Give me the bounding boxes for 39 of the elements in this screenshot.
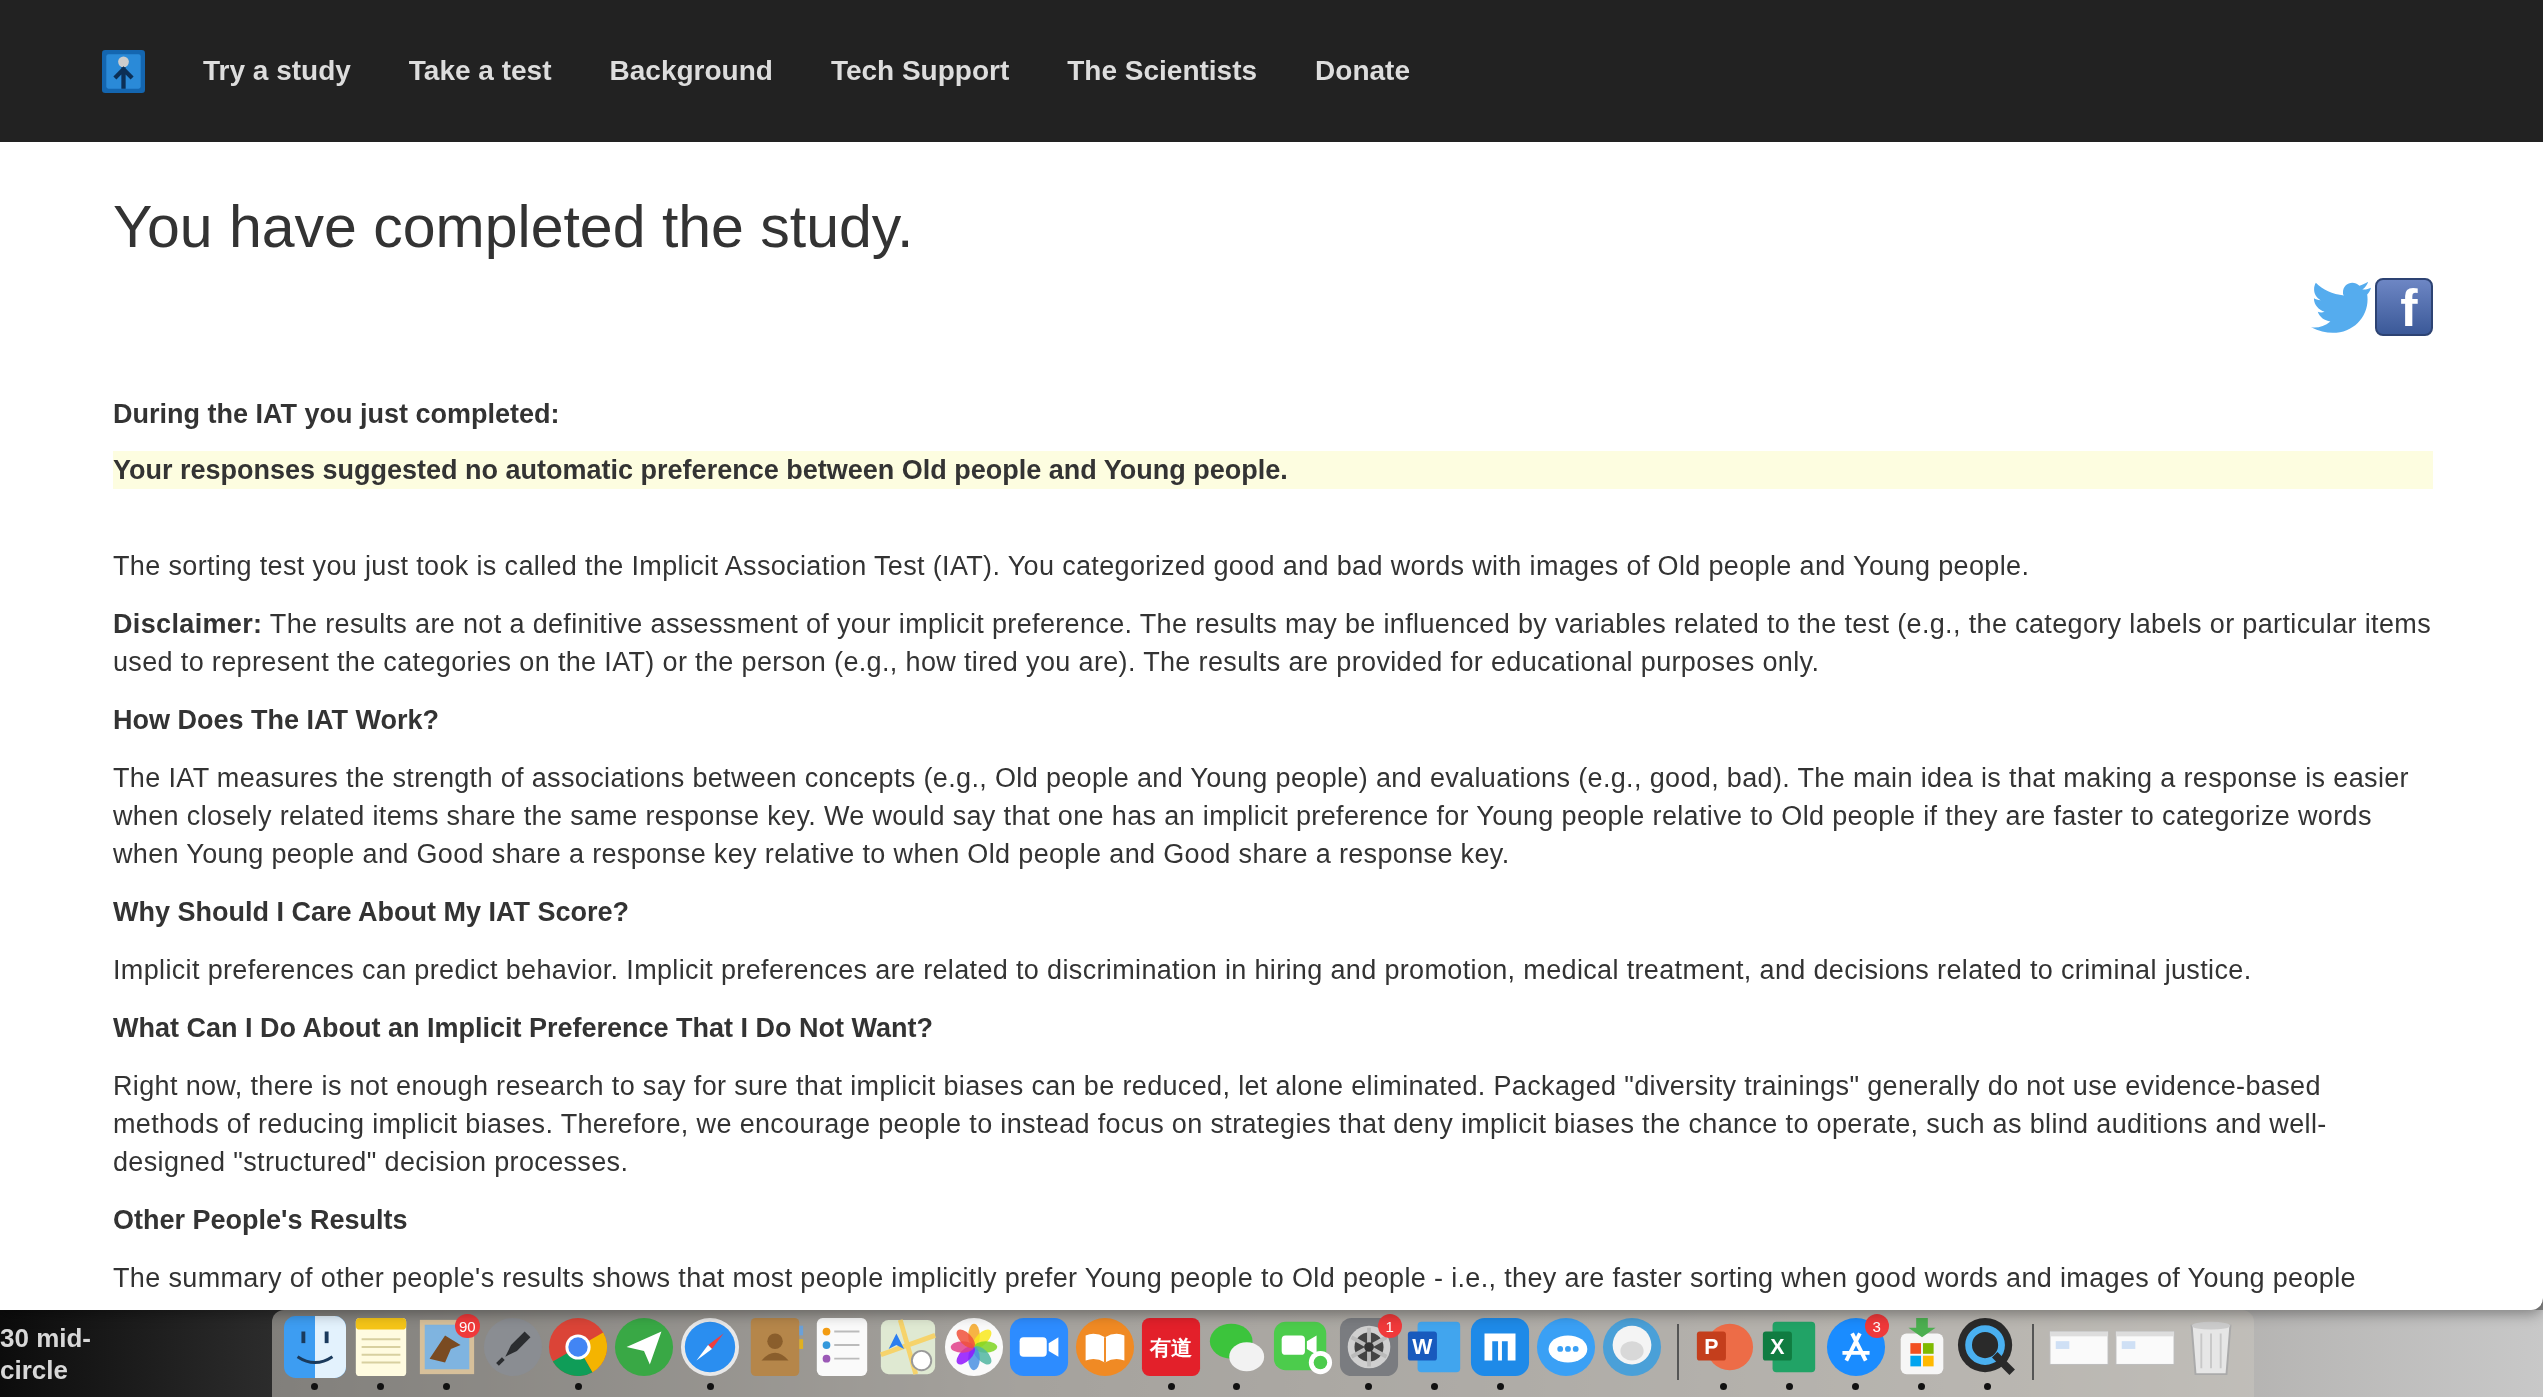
nav-link[interactable]: The Scientists [1067,55,1258,87]
desktop-label: 30 mid- [0,1321,93,1354]
settings-icon[interactable] [1337,1316,1400,1378]
paragraph: The summary of other people's results shows that most people implicitly prefer Young people to Old people - i.e., they are faster sorting when good words and images of Young people [113,1261,2357,1295]
nav-link[interactable]: Take a test [408,55,552,87]
paragraph: The IAT measures the strength of associations between concepts (e.g., Old people and Young people) and evaluations (e.g., good, bad). The main idea is that making a response is easier when closely related items share the same response key. We would say that one has an implicit preference for Young people relative to Old people if they are faster to categorize words when Young people and Good share a response key relative to when Old people and Good share a response key. [113,761,2410,871]
notification-badge: 90 [454,1314,480,1338]
speech-bubble-icon[interactable] [1535,1316,1598,1378]
open-book-icon[interactable] [1074,1316,1137,1378]
video-camera-icon[interactable] [1008,1316,1071,1378]
notification-badge: 3 [1864,1314,1889,1338]
section-heading: During the IAT you just completed: [113,397,561,431]
section-heading: What Can I Do About an Implicit Preference That I Do Not Want? [113,1011,935,1045]
paragraph: Implicit preferences can predict behavior. Implicit preferences are related to discrimination in hiring and promotion, medical treatment, and decisions related to criminal justice. [113,953,2253,987]
paragraph: Right now, there is not enough research to say for sure that implicit biases can be reduced, let alone eliminated. Packaged "diversity trainings" generally do not use evidence-based methods of reducing implicit biases. Therefore, we encourage people to instead focus on strategies that deny implicit biases the chance to operate, such as blind auditions and well-designed "structured" decision processes. [113,1069,2328,1179]
square-logo-icon[interactable] [1469,1316,1532,1378]
paragraph: The sorting test you just took is called the Implicit Association Test (IAT). You categorized good and bad words with images of Old people and Young people. [113,549,2031,583]
nav-link[interactable]: Try a study [203,55,351,87]
store-icon[interactable] [1824,1316,1887,1378]
nav-link[interactable]: Tech Support [830,55,1010,87]
desktop-label: circle [0,1353,69,1386]
nav-link[interactable]: Donate [1315,55,1410,87]
result-banner: Your responses suggested no automatic preference between Old people and Young people. [113,450,2433,489]
page-title: You have completed the study. [113,193,915,262]
section-heading: Other People's Results [113,1203,409,1237]
face-icon[interactable] [283,1316,346,1378]
compass-icon[interactable] [679,1316,742,1378]
dictionary-logo-icon[interactable]: 有道 [1140,1316,1203,1378]
paper-plane-icon[interactable] [613,1316,676,1378]
ring-logo-icon[interactable] [547,1316,610,1378]
paragraph: Disclaimer: The results are not a definitive assessment of your implicit preference. The results may be influenced by variables related to the test (e.g., the category labels or particular items used to represent the categories on the IAT) or the person (e.g., how tired you are). The results are provided for educational purposes only. [113,607,2433,679]
flower-icon[interactable] [942,1316,1005,1378]
bird-icon[interactable] [2311,280,2373,333]
logo-icon[interactable] [102,49,145,93]
social-logo-icon[interactable]: f [2375,277,2433,336]
notification-badge: 1 [1377,1314,1402,1338]
section-heading: How Does The IAT Work? [113,703,441,737]
section-heading: Why Should I Care About My IAT Score? [113,895,631,929]
nav-link[interactable]: Background [609,55,773,87]
